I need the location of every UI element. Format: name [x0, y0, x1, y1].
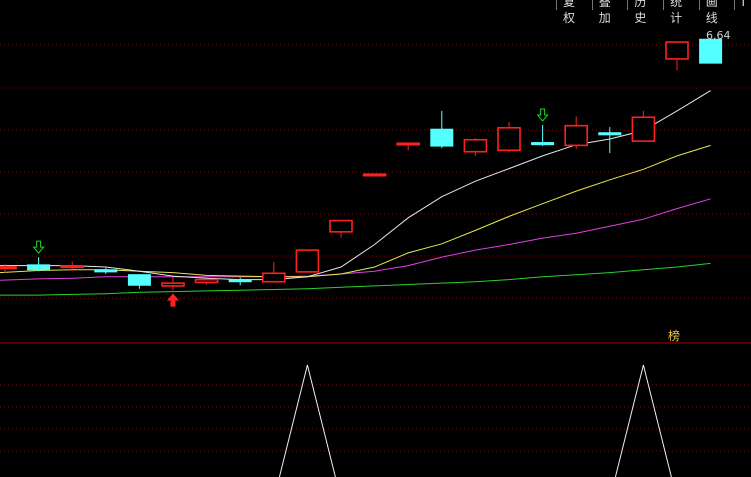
statistics-button[interactable]: 统计: [663, 0, 700, 25]
indicator-peak: [614, 364, 672, 477]
history-button[interactable]: 历史: [627, 0, 665, 25]
candle-body: [261, 272, 286, 283]
candle-body: [564, 124, 589, 147]
candle-body: [362, 173, 387, 177]
down-arrow-icon: [32, 240, 45, 254]
candle-body: [631, 116, 656, 142]
candle-body: [194, 278, 219, 284]
candle-body: [531, 142, 555, 146]
candle-body: [699, 38, 723, 64]
up-arrow-icon: [166, 293, 180, 307]
candle-body: [329, 219, 353, 233]
overlay-button[interactable]: 叠加: [591, 0, 629, 25]
candle-body: [430, 128, 454, 147]
ma-line-magenta: [0, 198, 711, 281]
restore-rights-button[interactable]: 复权: [556, 0, 593, 25]
candle-body: [497, 127, 521, 152]
candle-body: [94, 269, 118, 273]
candle-body: [463, 138, 488, 153]
ma-line-white: [0, 90, 711, 281]
candle-body: [60, 265, 85, 269]
draw-line-button[interactable]: 画线: [698, 0, 736, 25]
candle-body: [295, 249, 320, 273]
ma-line-green: [0, 262, 711, 296]
candle-body: [27, 264, 51, 271]
candle-body: [0, 266, 17, 270]
signal-marker-label: 榜: [668, 329, 681, 343]
toolbar: 复权 叠加 历史 统计 画线 I: [556, 0, 751, 25]
candle-body: [396, 142, 421, 146]
stock-chart[interactable]: [0, 0, 751, 477]
candle-body: [161, 282, 185, 287]
candle-body: [127, 274, 151, 286]
toolbar-overflow-button[interactable]: I: [734, 0, 751, 10]
candle-body: [598, 132, 622, 136]
candle-body: [228, 279, 252, 283]
high-price-label: 6.64: [706, 29, 731, 42]
indicator-peak: [278, 364, 336, 477]
down-arrow-icon: [536, 108, 549, 122]
candle-body: [665, 41, 689, 60]
